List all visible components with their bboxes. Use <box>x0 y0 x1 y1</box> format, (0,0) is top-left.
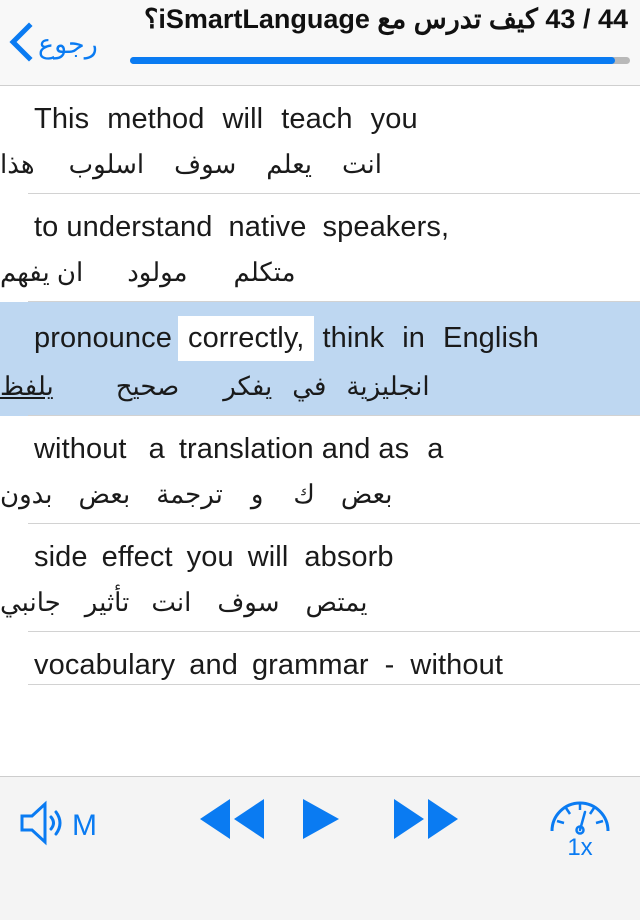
sentence-line-en: to understand native speakers, <box>0 194 640 247</box>
word-en[interactable]: translation <box>179 430 314 469</box>
sentence-line-en: without a translation and as a <box>0 416 640 469</box>
word-ar[interactable]: مولود <box>127 257 187 288</box>
sentence-line-ar: متكلم مولود ان يفهم <box>0 247 640 302</box>
sentence-row[interactable]: without a translation and as a بعض ك و ترجمة بعض بد… <box>0 416 640 524</box>
current-word-en[interactable]: correctly, <box>177 316 315 361</box>
word-en[interactable]: native <box>229 208 307 247</box>
back-label: رجوع <box>38 29 98 59</box>
word-en[interactable]: pronounce <box>34 319 172 358</box>
word-ar[interactable]: سوف <box>174 149 236 180</box>
word-en[interactable]: English <box>443 319 539 358</box>
word-ar[interactable]: في <box>292 371 326 402</box>
word-en[interactable]: will <box>223 100 264 139</box>
speed-gauge-icon <box>548 791 612 840</box>
rewind-icon <box>196 795 268 848</box>
sentence-line-ar: انت يعلم سوف اسلوب هذا <box>0 139 640 194</box>
word-ar[interactable]: يفكر <box>223 371 272 402</box>
header-bar: 44 / 43 كيف تدرس مع iSmartLanguage؟ رجوع <box>0 0 640 86</box>
word-en[interactable]: This <box>34 100 89 139</box>
word-ar[interactable]: ترجمة <box>156 479 223 510</box>
player-toolbar: M 1x <box>0 776 640 920</box>
word-en[interactable]: absorb <box>304 538 393 577</box>
word-ar[interactable]: جانبي <box>0 587 61 618</box>
word-ar[interactable]: هذا <box>0 149 35 180</box>
word-en[interactable]: you <box>187 538 234 577</box>
word-ar[interactable]: متكلم <box>234 257 296 288</box>
sentence-line-ar: بعض ك و ترجمة بعض بدون <box>0 469 640 524</box>
sentence-line-en: vocabulary and grammar - without <box>0 632 640 685</box>
word-en[interactable]: a <box>149 430 165 469</box>
word-ar[interactable]: ك <box>293 479 314 510</box>
word-ar[interactable]: اسلوب <box>69 149 145 180</box>
word-en[interactable]: side <box>34 538 88 577</box>
word-en[interactable]: - <box>385 646 395 685</box>
lesson-progress-fill <box>130 57 615 64</box>
volume-button[interactable]: M <box>14 795 97 856</box>
row-separator <box>28 684 640 685</box>
page-title: 44 / 43 كيف تدرس مع iSmartLanguage؟ <box>144 4 628 34</box>
sentence-line-en: This method will teach you <box>0 86 640 139</box>
speaker-wave-icon <box>14 795 70 856</box>
fast-forward-icon <box>390 795 462 848</box>
volume-mode-label: M <box>72 808 97 842</box>
play-button[interactable] <box>297 795 343 848</box>
word-en[interactable]: think <box>322 319 384 358</box>
word-en[interactable]: and <box>189 646 238 685</box>
word-en[interactable]: a <box>427 430 443 469</box>
word-en[interactable]: speakers, <box>323 208 450 247</box>
sentence-row[interactable]: pronounce correctly, think in English انجليزي… <box>0 302 640 416</box>
play-icon <box>297 795 343 848</box>
rewind-button[interactable] <box>196 795 268 848</box>
playback-speed-label: 1x <box>567 834 593 861</box>
sentence-line-ar: انجليزية في يفكر صحيح يلفظ <box>0 361 640 416</box>
word-ar[interactable]: بعض <box>341 479 393 510</box>
sentence-line-ar: يمتص سوف انت تأثير جانبي <box>0 577 640 632</box>
word-ar[interactable]: انت <box>342 149 382 180</box>
back-button[interactable]: رجوع <box>8 22 98 67</box>
word-en[interactable]: vocabulary <box>34 646 175 685</box>
word-ar[interactable]: بعض <box>79 479 131 510</box>
word-en[interactable]: to <box>34 208 58 247</box>
word-en[interactable]: without <box>34 430 127 469</box>
word-ar[interactable]: بدون <box>0 479 53 510</box>
sentence-row[interactable]: to understand native speakers, متكلم مولود ان … <box>0 194 640 302</box>
word-en[interactable]: and <box>322 430 371 469</box>
word-ar[interactable]: يمتص <box>306 587 368 618</box>
word-ar[interactable]: انجليزية <box>346 371 429 402</box>
word-ar[interactable]: تأثير <box>85 587 130 618</box>
word-ar[interactable]: يعلم <box>266 149 312 180</box>
word-en[interactable]: will <box>248 538 289 577</box>
word-en[interactable]: grammar <box>252 646 369 685</box>
word-en[interactable]: understand <box>66 208 212 247</box>
word-en[interactable]: method <box>107 100 204 139</box>
sentence-line-en: side effect you will absorb <box>0 524 640 577</box>
chevron-left-icon <box>8 22 34 67</box>
playback-speed-button[interactable]: 1x <box>548 791 612 862</box>
sentence-list[interactable]: This method will teach you انت يعلم سوف اسلوب هذا… <box>0 86 640 776</box>
sentence-row[interactable]: side effect you will absorb يمتص سوف انت تأثير جا… <box>0 524 640 632</box>
word-en[interactable]: you <box>371 100 418 139</box>
fast-forward-button[interactable] <box>390 795 462 848</box>
word-en[interactable]: as <box>378 430 409 469</box>
word-en[interactable]: effect <box>102 538 173 577</box>
word-en[interactable]: teach <box>281 100 352 139</box>
word-ar[interactable]: ان يفهم <box>0 257 83 288</box>
current-word-ar[interactable]: يلفظ <box>0 371 54 402</box>
word-ar[interactable]: و <box>251 479 264 510</box>
word-en[interactable]: without <box>410 646 503 685</box>
word-en[interactable]: in <box>402 319 425 358</box>
sentence-line-en: pronounce correctly, think in English <box>0 302 640 361</box>
sentence-row[interactable]: This method will teach you انت يعلم سوف اسلوب هذا <box>0 86 640 194</box>
word-ar[interactable]: انت <box>151 587 191 618</box>
sentence-row[interactable]: vocabulary and grammar - without <box>0 632 640 685</box>
lesson-progress-bar[interactable] <box>130 57 630 64</box>
word-ar[interactable]: صحيح <box>116 371 180 402</box>
word-ar[interactable]: سوف <box>217 587 279 618</box>
